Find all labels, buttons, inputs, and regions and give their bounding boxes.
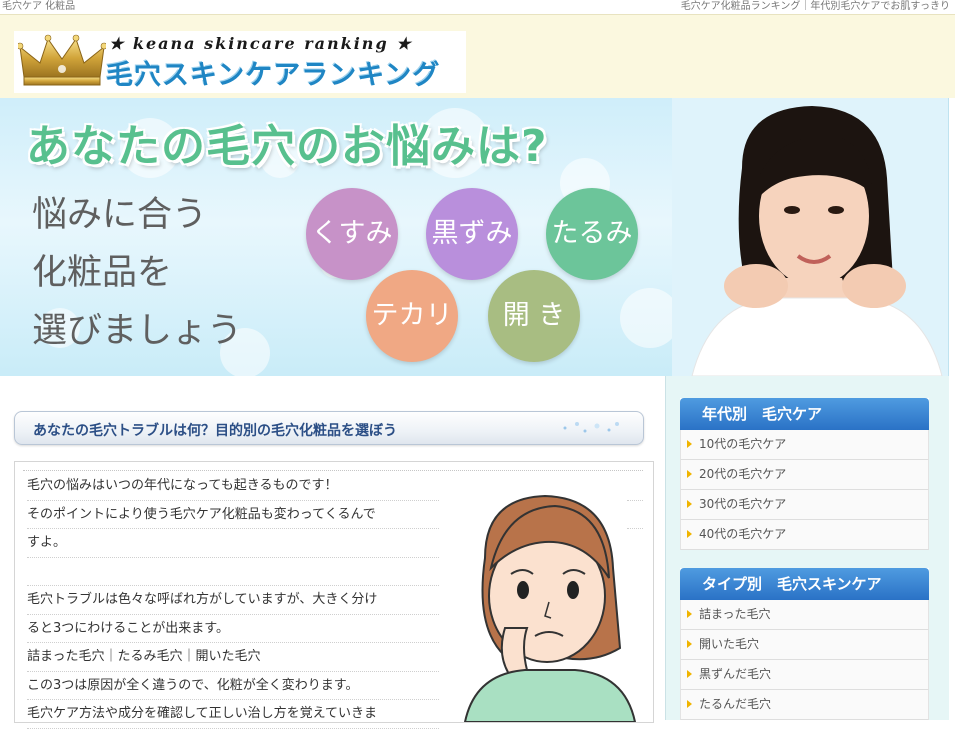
sidebar-item-20s[interactable]: 20代の毛穴ケア — [680, 460, 929, 490]
sidebar-item-dark[interactable]: 黒ずんだ毛穴 — [680, 660, 929, 690]
article-text: 毛穴の悩みはいつの年代になっても起きるものです！ そのポイントにより使う毛穴ケア… — [27, 472, 439, 729]
article-line: この3つは原因が全く違うので、化粧が全く変わります。 — [27, 672, 439, 700]
section-heading: あなたの毛穴トラブルは何？目的別の毛穴化粧品を選ぼう — [14, 411, 644, 445]
article-box: 毛穴の悩みはいつの年代になっても起きるものです！ そのポイントにより使う毛穴ケア… — [14, 461, 654, 729]
hero-headline: あなたの毛穴のお悩みは? — [26, 121, 548, 172]
article-line: 毛穴ケア方法や成分を確認して正しい治し方を覚えていきま — [27, 700, 439, 729]
article-line: そのポイントにより使う毛穴ケア化粧品も変わってくるんで — [27, 501, 439, 529]
sparkle-icon — [563, 422, 619, 433]
arrow-right-icon — [687, 700, 692, 708]
site-description: 毛穴ケア化粧品ランキング｜年代別毛穴ケアでお肌すっきり — [680, 1, 950, 12]
bubble-hiraki: 開 き — [488, 270, 580, 362]
logo-title: 毛穴スキンケアランキング — [106, 60, 441, 91]
article-line — [27, 558, 439, 586]
arrow-right-icon — [687, 440, 692, 448]
site-tagline: 毛穴ケア 化粧品 — [2, 1, 76, 12]
arrow-right-icon — [687, 640, 692, 648]
arrow-right-icon — [687, 610, 692, 618]
arrow-right-icon — [687, 500, 692, 508]
article-line: ると3つにわけることが出来ます。 — [27, 615, 439, 643]
sidebar-item-sagging[interactable]: たるんだ毛穴 — [680, 690, 929, 720]
sidebar-item-open[interactable]: 開いた毛穴 — [680, 630, 929, 660]
woman-photo — [672, 98, 948, 376]
arrow-right-icon — [687, 670, 692, 678]
sidebar-item-clogged[interactable]: 詰まった毛穴 — [680, 600, 929, 630]
bubble-tekari: テカリ — [366, 270, 458, 362]
top-strip: 毛穴ケア 化粧品 毛穴ケア化粧品ランキング｜年代別毛穴ケアでお肌すっきり — [0, 0, 955, 14]
section-heading-text: あなたの毛穴トラブルは何？目的別の毛穴化粧品を選ぼう — [33, 423, 397, 439]
article-line: 毛穴の悩みはいつの年代になっても起きるものです！ — [27, 472, 439, 501]
sidebar-item-40s[interactable]: 40代の毛穴ケア — [680, 520, 929, 550]
sidebar-block-age: 年代別 毛穴ケア 10代の毛穴ケア 20代の毛穴ケア 30代の毛穴ケア 40代の… — [680, 398, 929, 550]
bubble-tarumi: たるみ — [546, 188, 638, 280]
arrow-right-icon — [687, 470, 692, 478]
crown-icon — [18, 34, 106, 86]
hero-line: 選びましょう — [32, 311, 243, 351]
sidebar-heading: タイプ別 毛穴スキンケア — [680, 568, 929, 600]
main-content: あなたの毛穴トラブルは何？目的別の毛穴化粧品を選ぼう 毛穴の悩みはいつの年代にな… — [0, 376, 665, 729]
article-line: 詰まった毛穴｜たるみ毛穴｜開いた毛穴 — [27, 643, 439, 672]
sidebar: 年代別 毛穴ケア 10代の毛穴ケア 20代の毛穴ケア 30代の毛穴ケア 40代の… — [665, 376, 949, 720]
site-logo[interactable]: ★ keana skincare ranking ★ 毛穴スキンケアランキング — [14, 31, 466, 93]
hero-line: 悩みに合う — [32, 195, 208, 235]
sidebar-item-10s[interactable]: 10代の毛穴ケア — [680, 430, 929, 460]
sidebar-block-type: タイプ別 毛穴スキンケア 詰まった毛穴 開いた毛穴 黒ずんだ毛穴 たるんだ毛穴 — [680, 568, 929, 720]
sidebar-item-30s[interactable]: 30代の毛穴ケア — [680, 490, 929, 520]
worried-woman-illustration — [463, 494, 637, 722]
bubble-kurozumi: 黒ずみ — [426, 188, 518, 280]
logo-subtitle: ★ keana skincare ranking ★ — [109, 34, 413, 53]
site-header: ★ keana skincare ranking ★ 毛穴スキンケアランキング — [0, 14, 955, 98]
hero-line: 化粧品を — [32, 253, 173, 293]
article-line: すよ。 — [27, 529, 439, 558]
article-line: 毛穴トラブルは色々な呼ばれ方がしていますが、大きく分け — [27, 586, 439, 615]
bubble-kusumi: くすみ — [306, 188, 398, 280]
hero-banner: あなたの毛穴のお悩みは? 悩みに合う 化粧品を 選びましょう くすみ 黒ずみ た… — [0, 98, 949, 376]
sidebar-heading: 年代別 毛穴ケア — [680, 398, 929, 430]
hero-lines: 悩みに合う 化粧品を 選びましょう — [32, 186, 292, 360]
arrow-right-icon — [687, 530, 692, 538]
